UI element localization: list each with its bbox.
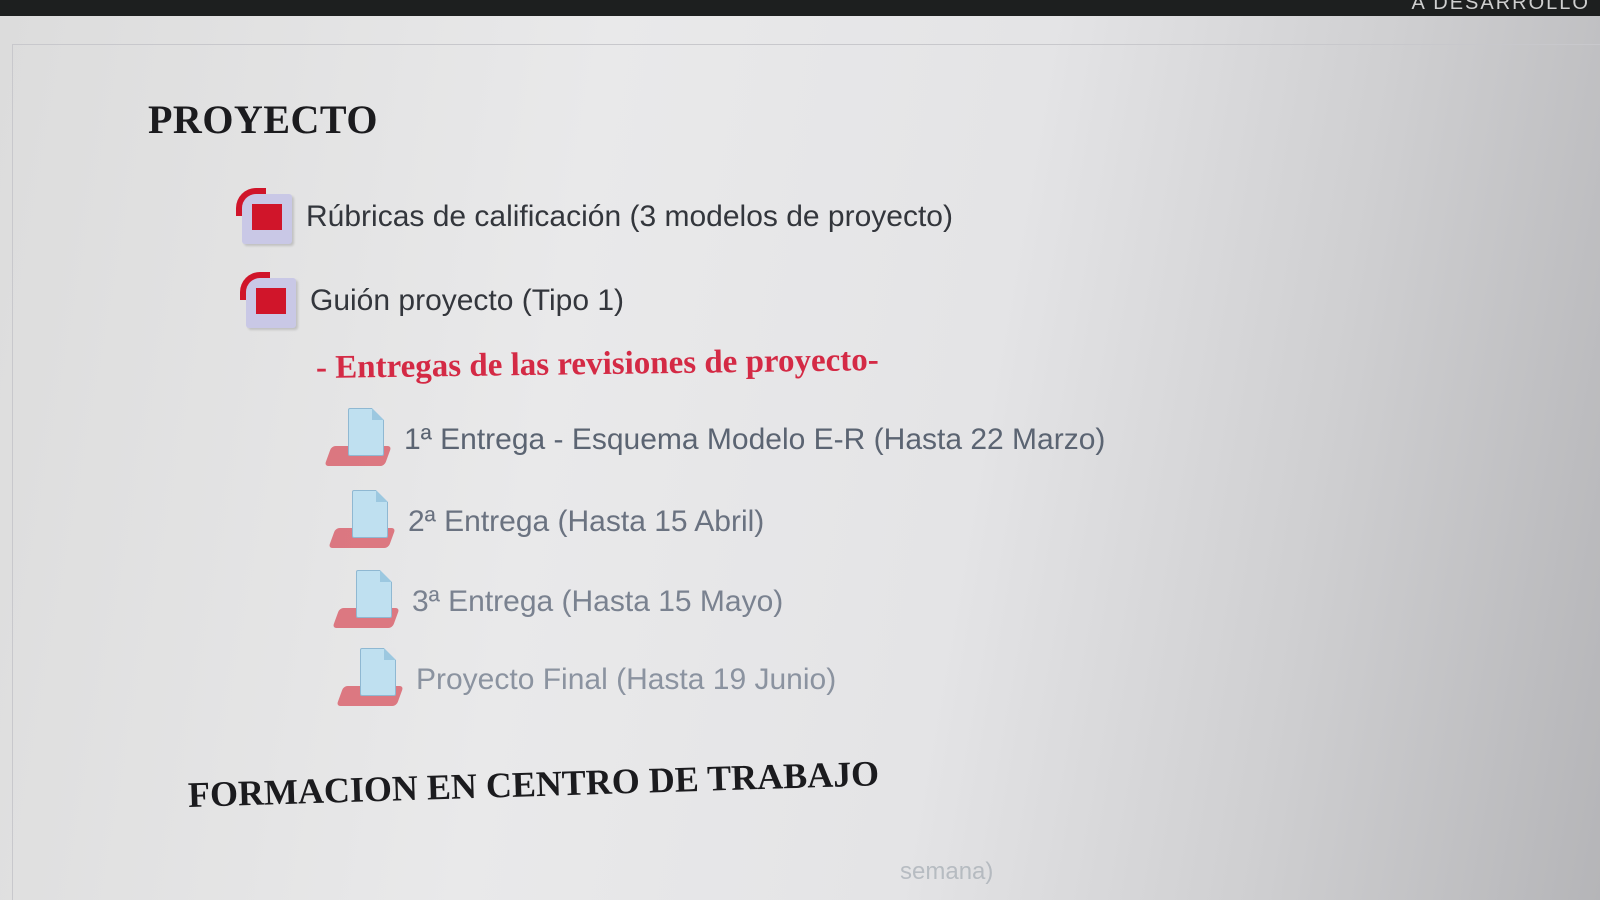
section-title-proyecto: PROYECTO xyxy=(148,97,378,142)
assignment-entrega-1-label: 1ª Entrega - Esquema Modelo E-R (Hasta 2… xyxy=(404,423,1106,456)
assignment-icon xyxy=(324,408,392,472)
resource-rubricas-label: Rúbricas de calificación (3 modelos de p… xyxy=(306,200,953,233)
resource-guion-label: Guión proyecto (Tipo 1) xyxy=(310,284,625,317)
pdf-icon xyxy=(240,272,296,330)
resource-guion[interactable]: Guión proyecto (Tipo 1) xyxy=(240,272,624,330)
pdf-icon xyxy=(236,188,292,246)
fct-partial-text: semana) xyxy=(900,858,994,885)
assignment-proyecto-final-label: Proyecto Final (Hasta 19 Junio) xyxy=(416,663,837,696)
resource-rubricas[interactable]: Rúbricas de calificación (3 modelos de p… xyxy=(236,188,953,246)
assignment-icon xyxy=(332,570,400,634)
assignment-entrega-2-label: 2ª Entrega (Hasta 15 Abril) xyxy=(408,505,765,538)
course-page-screen: A DESARROLLO PROYECTO Rúbricas de califi… xyxy=(0,0,1600,900)
top-bar-text: A DESARROLLO xyxy=(1411,0,1590,14)
assignment-entrega-3-label: 3ª Entrega (Hasta 15 Mayo) xyxy=(412,585,784,618)
assignment-entrega-1[interactable]: 1ª Entrega - Esquema Modelo E-R (Hasta 2… xyxy=(324,408,1106,472)
assignment-entrega-2[interactable]: 2ª Entrega (Hasta 15 Abril) xyxy=(328,490,765,554)
assignment-proyecto-final[interactable]: Proyecto Final (Hasta 19 Junio) xyxy=(336,648,837,712)
top-bar: A DESARROLLO xyxy=(0,0,1600,16)
assignment-entrega-3[interactable]: 3ª Entrega (Hasta 15 Mayo) xyxy=(332,570,784,634)
assignment-icon xyxy=(336,648,404,712)
subheading-entregas: - Entregas de las revisiones de proyecto… xyxy=(315,342,879,386)
assignment-icon xyxy=(328,490,396,554)
